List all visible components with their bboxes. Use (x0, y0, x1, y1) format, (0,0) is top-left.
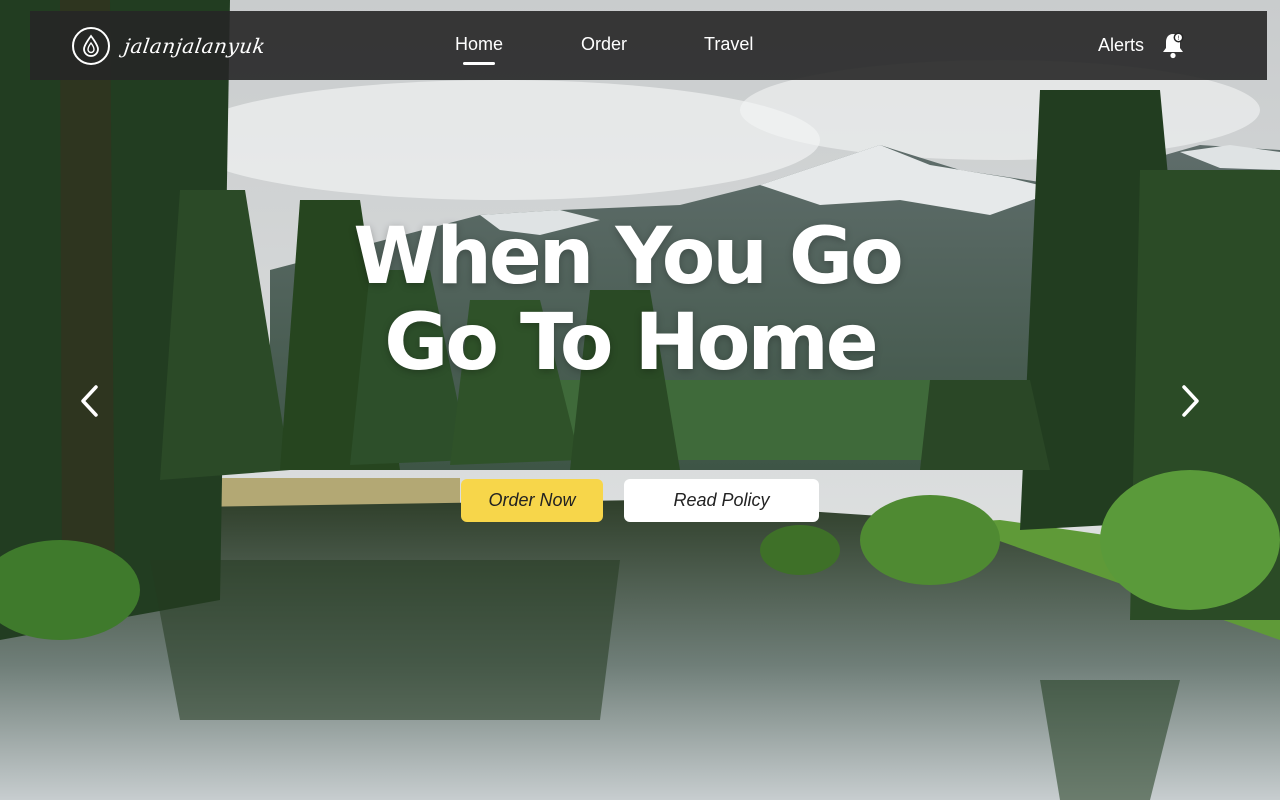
nav-item-travel[interactable]: Travel (704, 34, 753, 55)
active-tab-indicator (463, 62, 495, 65)
read-policy-button[interactable]: Read Policy (624, 479, 819, 522)
svg-text:!: ! (1177, 35, 1179, 42)
primary-nav: Home Order Travel (30, 11, 1267, 80)
nav-item-order[interactable]: Order (581, 34, 627, 55)
chevron-left-icon[interactable] (78, 384, 102, 418)
hero-headline-line2: Go To Home (384, 298, 878, 388)
order-now-button[interactable]: Order Now (461, 479, 603, 522)
chevron-right-icon[interactable] (1178, 384, 1202, 418)
top-navbar: jalanjalanyuk Home Order Travel Alerts ! (30, 11, 1267, 80)
alerts-label: Alerts (1098, 34, 1145, 55)
bell-icon: ! (1163, 32, 1184, 59)
hero-background-image (0, 0, 1280, 800)
alerts-button[interactable]: Alerts ! (1098, 31, 1186, 59)
nav-item-label: Order (581, 34, 628, 54)
nav-item-label: Travel (704, 34, 754, 54)
nav-item-label: Home (455, 34, 504, 54)
nav-item-home[interactable]: Home (455, 34, 504, 65)
hero-headline-line1: When You Go (353, 212, 903, 302)
